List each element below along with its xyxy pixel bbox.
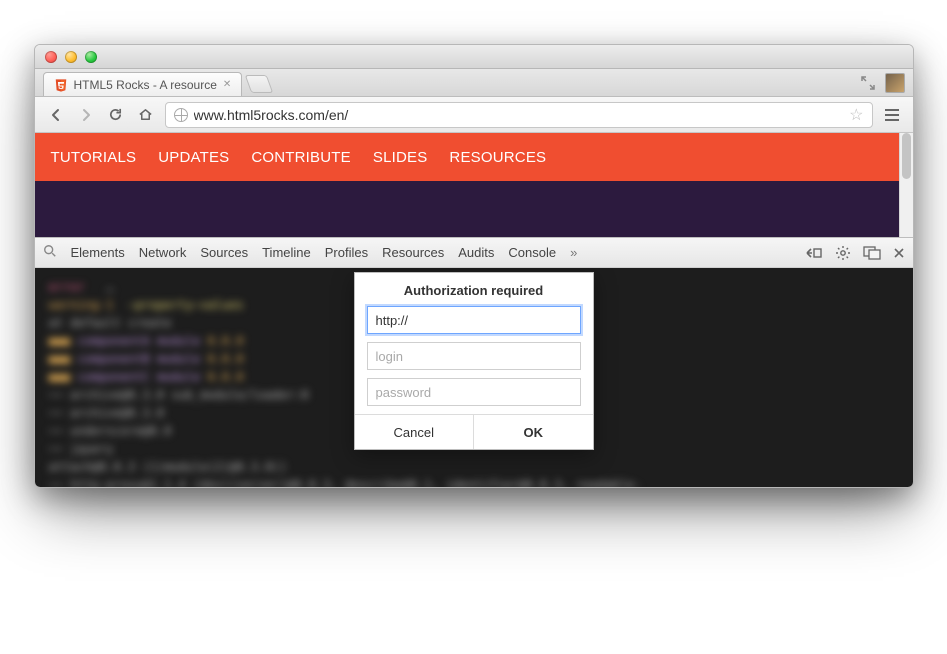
site-hero <box>35 181 913 237</box>
globe-icon <box>174 108 188 122</box>
fullscreen-icon[interactable] <box>861 76 875 90</box>
browser-toolbar: www.html5rocks.com/en/ ☆ <box>35 97 913 133</box>
tab-strip: HTML5 Rocks - A resource ✕ <box>35 69 913 97</box>
devtools-tab-console[interactable]: Console <box>508 245 556 260</box>
nav-slides[interactable]: SLIDES <box>373 149 428 166</box>
devtools-toolbar-right <box>805 245 905 261</box>
page-viewport: TUTORIALS UPDATES CONTRIBUTE SLIDES RESO… <box>35 133 913 487</box>
auth-ok-button[interactable]: OK <box>474 415 593 449</box>
window-zoom-button[interactable] <box>85 51 97 63</box>
scrollbar-thumb[interactable] <box>902 133 911 179</box>
devtools-tabs-overflow-icon[interactable]: » <box>570 245 577 260</box>
devtools: Elements Network Sources Timeline Profil… <box>35 237 913 488</box>
auth-cancel-button[interactable]: Cancel <box>355 415 475 449</box>
devtools-drawer-toggle-icon[interactable] <box>805 246 823 260</box>
devtools-tab-resources[interactable]: Resources <box>382 245 444 260</box>
devtools-tab-network[interactable]: Network <box>139 245 187 260</box>
devtools-tab-sources[interactable]: Sources <box>200 245 248 260</box>
auth-dialog-buttons: Cancel OK <box>355 414 593 449</box>
auth-url-value: http:// <box>376 313 409 328</box>
devtools-tab-elements[interactable]: Elements <box>71 245 125 260</box>
forward-button[interactable] <box>75 104 97 126</box>
window-close-button[interactable] <box>45 51 57 63</box>
devtools-settings-icon[interactable] <box>835 245 851 261</box>
devtools-tab-audits[interactable]: Audits <box>458 245 494 260</box>
back-button[interactable] <box>45 104 67 126</box>
devtools-tab-profiles[interactable]: Profiles <box>325 245 368 260</box>
nav-contribute[interactable]: CONTRIBUTE <box>251 149 351 166</box>
auth-login-placeholder: login <box>376 349 403 364</box>
tab-title: HTML5 Rocks - A resource <box>74 78 217 92</box>
window-traffic-lights <box>45 51 97 63</box>
auth-password-placeholder: password <box>376 385 432 400</box>
address-bar[interactable]: www.html5rocks.com/en/ ☆ <box>165 102 873 128</box>
devtools-dock-icon[interactable] <box>863 246 881 260</box>
auth-dialog: Authorization required http:// login pas… <box>354 272 594 450</box>
page-scrollbar[interactable] <box>899 133 913 237</box>
window-titlebar <box>35 45 913 69</box>
new-tab-button[interactable] <box>245 75 274 93</box>
address-bar-url: www.html5rocks.com/en/ <box>194 107 850 123</box>
auth-password-input[interactable]: password <box>367 378 581 406</box>
nav-resources[interactable]: RESOURCES <box>449 149 546 166</box>
tab-close-icon[interactable]: ✕ <box>223 79 231 90</box>
browser-tab[interactable]: HTML5 Rocks - A resource ✕ <box>43 72 243 96</box>
site-content: TUTORIALS UPDATES CONTRIBUTE SLIDES RESO… <box>35 133 913 237</box>
home-button[interactable] <box>135 104 157 126</box>
auth-dialog-title: Authorization required <box>355 273 593 306</box>
auth-url-input[interactable]: http:// <box>367 306 581 334</box>
window-minimize-button[interactable] <box>65 51 77 63</box>
nav-updates[interactable]: UPDATES <box>158 149 229 166</box>
devtools-tab-timeline[interactable]: Timeline <box>262 245 311 260</box>
devtools-panel: error … warning-1 –property–values at de… <box>35 268 913 488</box>
profile-avatar[interactable] <box>885 73 905 93</box>
auth-login-input[interactable]: login <box>367 342 581 370</box>
devtools-close-icon[interactable] <box>893 247 905 259</box>
nav-tutorials[interactable]: TUTORIALS <box>51 149 137 166</box>
tabstrip-right <box>861 73 905 93</box>
chrome-menu-button[interactable] <box>881 102 903 128</box>
site-nav: TUTORIALS UPDATES CONTRIBUTE SLIDES RESO… <box>35 133 913 181</box>
browser-window: HTML5 Rocks - A resource ✕ www.html5rock… <box>34 44 914 488</box>
devtools-tabbar: Elements Network Sources Timeline Profil… <box>35 238 913 268</box>
html5-favicon-icon <box>54 78 68 92</box>
reload-button[interactable] <box>105 104 127 126</box>
bookmark-star-icon[interactable]: ☆ <box>849 105 863 125</box>
devtools-inspect-icon[interactable] <box>43 244 57 261</box>
